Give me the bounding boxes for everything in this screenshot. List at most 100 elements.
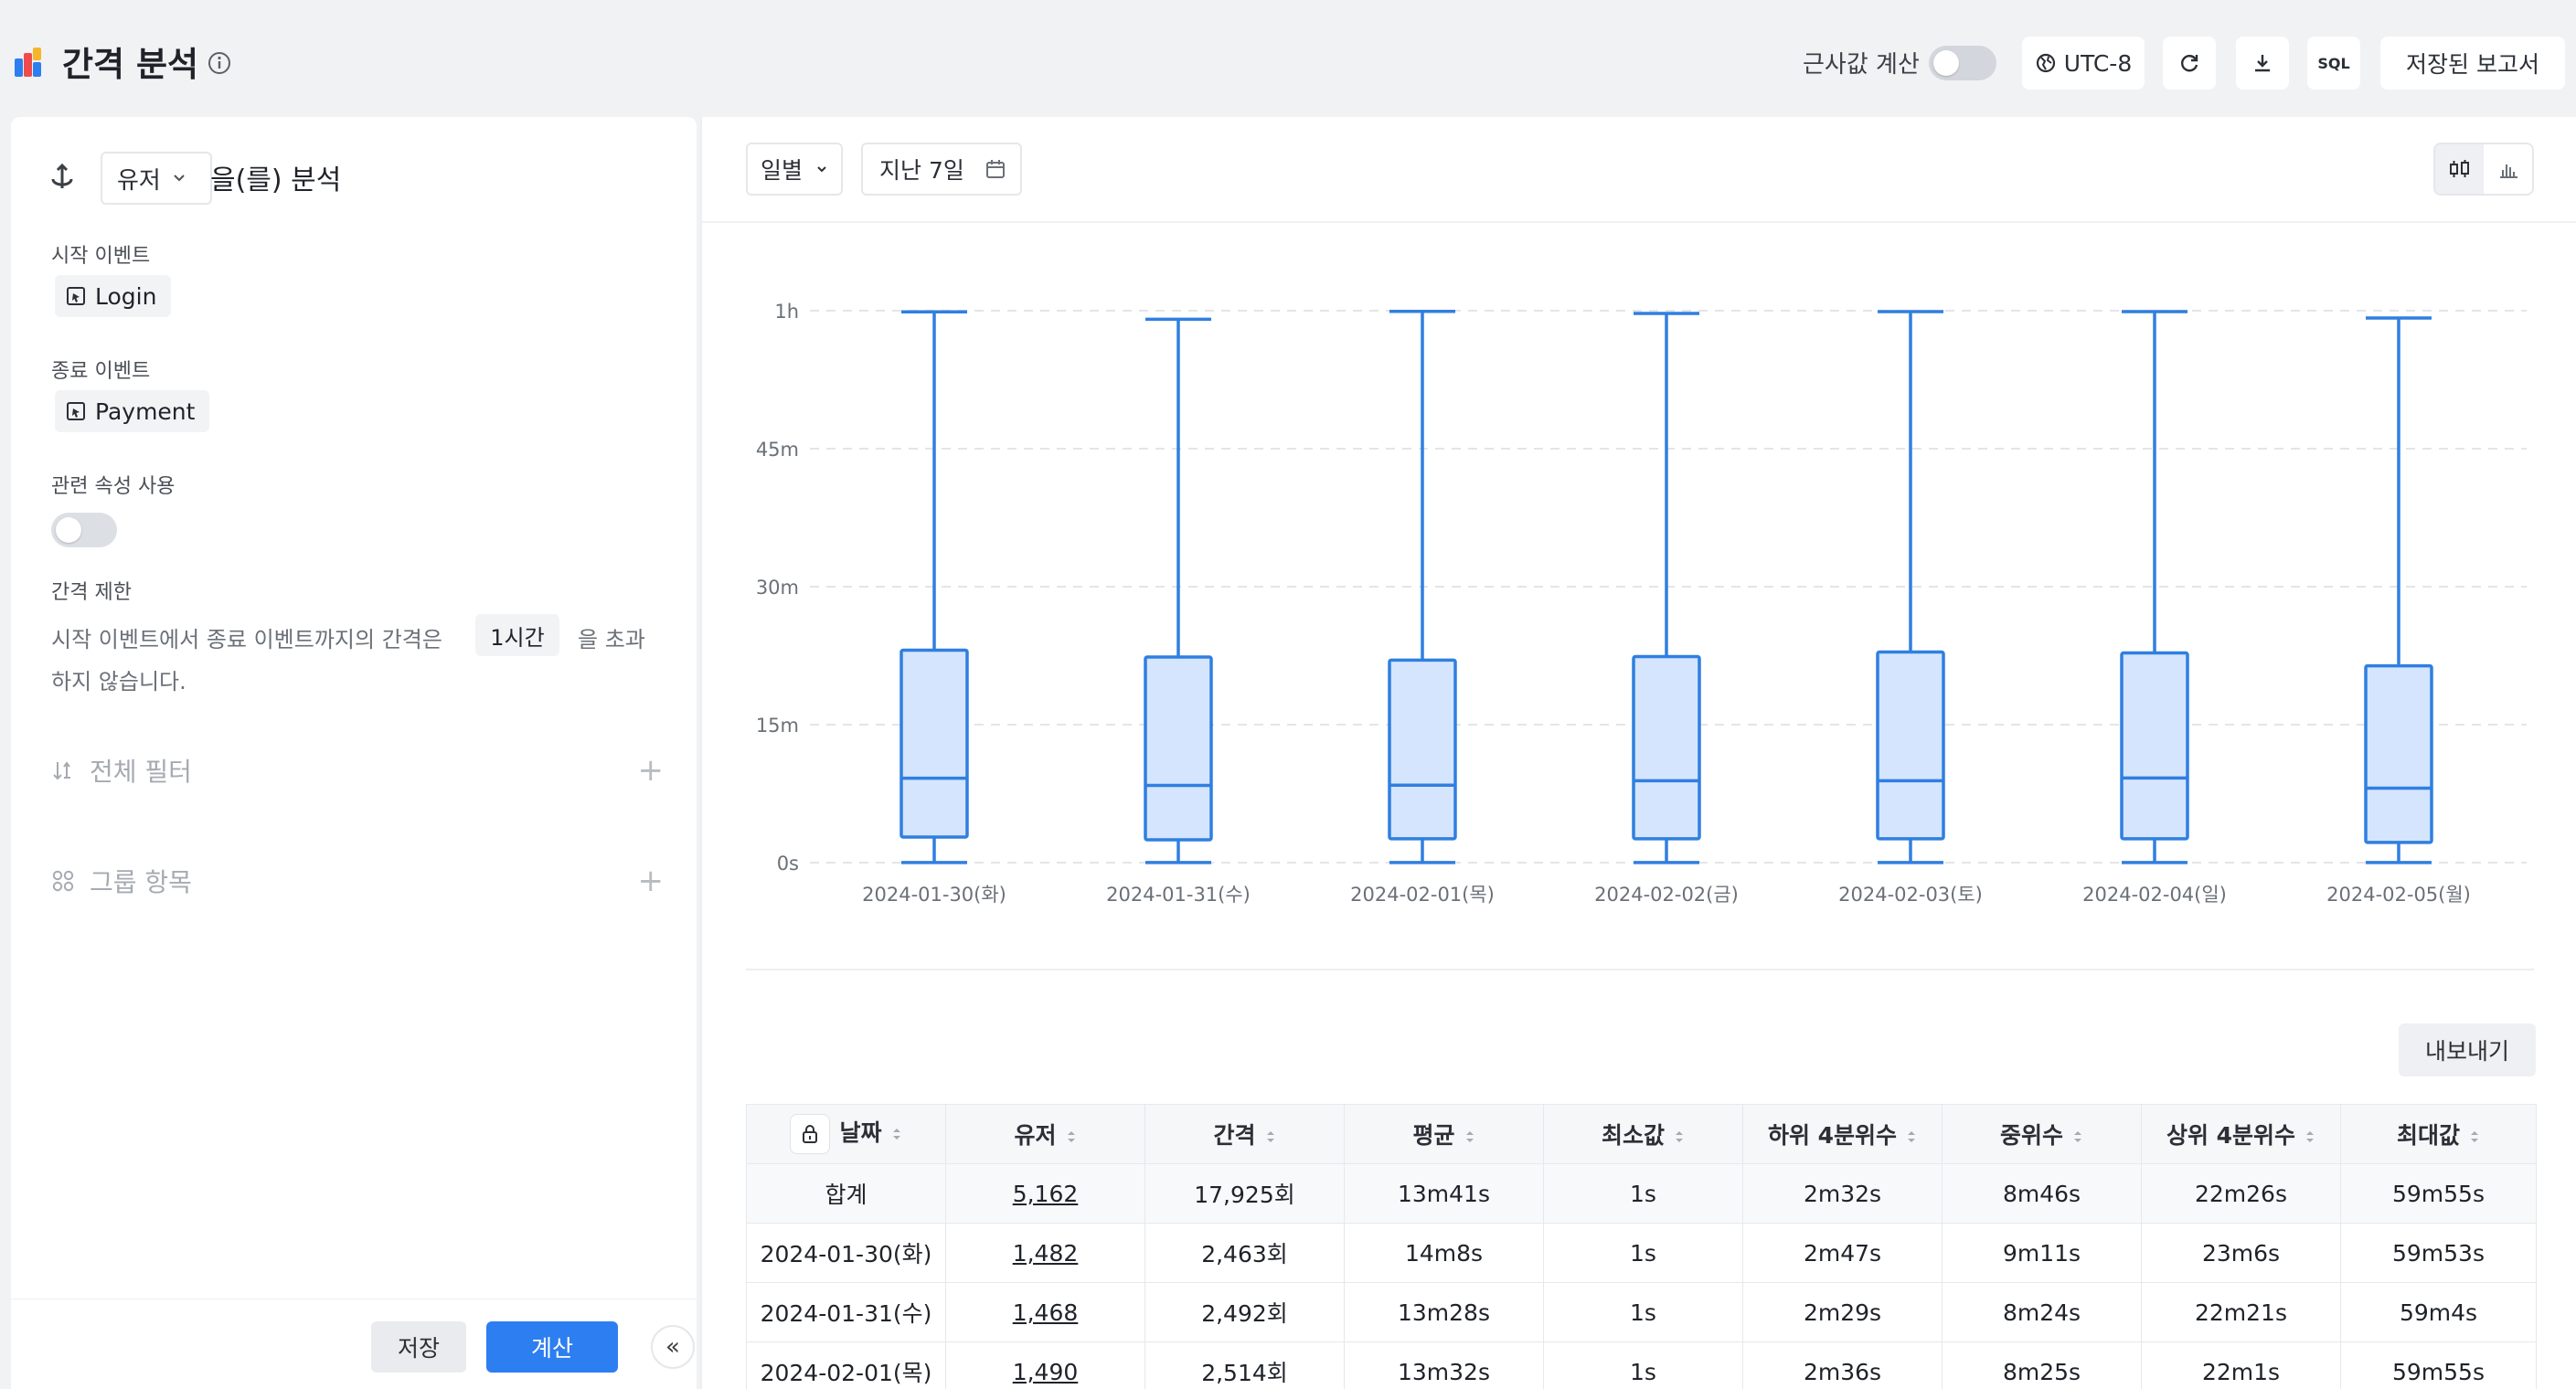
approximate-calc-toggle[interactable] bbox=[1929, 46, 1996, 80]
column-header-label: 최대값 bbox=[2396, 1122, 2460, 1149]
table-cell: 13m32s bbox=[1344, 1341, 1544, 1389]
subject-select-label: 유저 bbox=[117, 166, 161, 195]
table-cell: 22m1s bbox=[2141, 1341, 2341, 1389]
histogram-view-button[interactable] bbox=[2484, 144, 2532, 194]
sort-icon[interactable] bbox=[2305, 1129, 2315, 1145]
table-cell: 13m28s bbox=[1344, 1282, 1544, 1342]
column-header[interactable]: 하위 4분위수 bbox=[1742, 1104, 1943, 1164]
limit-text-2: 을 초과 bbox=[578, 627, 645, 652]
table-total-row: 합계 5,162 17,925회 13m41s 1s 2m32s 8m46s 22m26s 59… bbox=[746, 1163, 2537, 1224]
column-header-label: 상위 4분위수 bbox=[2166, 1122, 2296, 1149]
x-tick-label: 2024-02-04(일) bbox=[2082, 884, 2227, 906]
histogram-icon bbox=[2499, 164, 2517, 178]
iqr-box bbox=[1876, 650, 1945, 841]
user-count-link[interactable]: 1,482 bbox=[1013, 1240, 1079, 1267]
export-button[interactable]: 내보내기 bbox=[2399, 1023, 2536, 1076]
table-row: 2024-01-31(수) 1,468 2,492회 13m28s 1s 2m29s 8m2… bbox=[746, 1282, 2537, 1342]
sort-icon[interactable] bbox=[1265, 1129, 1276, 1145]
download-icon bbox=[2255, 55, 2270, 72]
table-cell[interactable]: 1,482 bbox=[945, 1223, 1145, 1283]
table-cell: 2m32s bbox=[1742, 1163, 1943, 1224]
start-event-label: 시작 이벤트 bbox=[51, 245, 151, 268]
calculate-button[interactable]: 계산 bbox=[486, 1321, 618, 1373]
table-cell: 2,492회 bbox=[1144, 1282, 1345, 1342]
limit-text-1: 시작 이벤트에서 종료 이벤트까지의 간격은 bbox=[51, 627, 442, 652]
end-event-name: Payment bbox=[95, 398, 196, 425]
column-header[interactable]: 최대값 bbox=[2340, 1104, 2537, 1164]
top-header: 간격 분석 근사값 계산 UTC-8 SQL 저장된 보고서 bbox=[0, 0, 2576, 117]
table-cell[interactable]: 1,490 bbox=[945, 1341, 1145, 1389]
table-cell: 2,463회 bbox=[1144, 1223, 1345, 1283]
toggle-knob bbox=[1933, 50, 1959, 76]
column-header-label: 하위 4분위수 bbox=[1767, 1122, 1898, 1149]
collapse-panel-button[interactable]: « bbox=[651, 1325, 695, 1369]
app-logo-icon bbox=[15, 48, 41, 77]
sort-icon[interactable] bbox=[1066, 1129, 1077, 1145]
table-cell: 59m4s bbox=[2340, 1282, 2537, 1342]
iqr-box bbox=[1388, 658, 1457, 841]
global-filter-label: 전체 필터 bbox=[90, 757, 192, 787]
y-tick-label: 0s bbox=[777, 853, 799, 875]
table-cell[interactable]: 5,162 bbox=[945, 1163, 1145, 1224]
column-header[interactable]: 날짜 bbox=[746, 1104, 946, 1164]
interval-limit-value[interactable]: 1시간 bbox=[475, 614, 559, 656]
table-header-row: 날짜 유저 간격 평균 최소값 하위 4분위수 중위수 상위 4분위수 최대값 bbox=[746, 1104, 2537, 1164]
download-button[interactable] bbox=[2236, 37, 2289, 90]
saved-reports-button[interactable]: 저장된 보고서 bbox=[2380, 37, 2565, 90]
end-event-chip[interactable]: Payment bbox=[55, 390, 210, 432]
add-filter-icon[interactable]: + bbox=[638, 755, 665, 786]
add-group-icon[interactable]: + bbox=[638, 865, 665, 896]
refresh-icon bbox=[2181, 55, 2198, 72]
user-count-link[interactable]: 1,468 bbox=[1013, 1299, 1079, 1326]
sort-icon[interactable] bbox=[891, 1126, 902, 1142]
table-cell: 1s bbox=[1543, 1163, 1743, 1224]
end-event-label: 종료 이벤트 bbox=[51, 360, 151, 383]
calendar-icon bbox=[985, 160, 1005, 178]
lock-icon[interactable] bbox=[790, 1114, 831, 1154]
column-header[interactable]: 간격 bbox=[1144, 1104, 1345, 1164]
column-header[interactable]: 평균 bbox=[1344, 1104, 1544, 1164]
chart-view-switch bbox=[2433, 143, 2534, 196]
date-range-select[interactable]: 지난 7일 bbox=[861, 143, 1022, 196]
table-cell: 1s bbox=[1543, 1223, 1743, 1283]
x-tick-label: 2024-02-02(금) bbox=[1594, 884, 1739, 906]
sql-button[interactable]: SQL bbox=[2307, 37, 2360, 90]
toolbar-divider bbox=[702, 221, 2576, 223]
iqr-box bbox=[2364, 663, 2433, 844]
iqr-box bbox=[1144, 655, 1213, 842]
user-count-link[interactable]: 5,162 bbox=[1013, 1181, 1079, 1207]
boxplot-view-button[interactable] bbox=[2435, 144, 2484, 194]
table-cell: 2024-01-30(화) bbox=[746, 1223, 946, 1283]
refresh-button[interactable] bbox=[2163, 37, 2216, 90]
column-header[interactable]: 유저 bbox=[945, 1104, 1145, 1164]
y-tick-label: 15m bbox=[756, 715, 799, 737]
column-header[interactable]: 중위수 bbox=[1942, 1104, 2142, 1164]
info-icon[interactable] bbox=[207, 50, 232, 76]
approximate-calc-label: 근사값 계산 bbox=[1803, 51, 1920, 79]
saved-reports-label: 저장된 보고서 bbox=[2406, 51, 2539, 78]
interval-boxplot-chart: 0s 15m 30m 45m 1h 2024-01-30(화) 2024-01-31(수) 2… bbox=[756, 301, 2527, 906]
related-prop-label: 관련 속성 사용 bbox=[51, 475, 176, 498]
timezone-button[interactable]: UTC-8 bbox=[2022, 37, 2145, 90]
table-cell: 59m55s bbox=[2340, 1163, 2537, 1224]
subject-select[interactable]: 유저 bbox=[101, 152, 212, 205]
interval-stats-table: 날짜 유저 간격 평균 최소값 하위 4분위수 중위수 상위 4분위수 최대값 합계 5,162 1… bbox=[746, 1104, 2537, 1389]
table-cell[interactable]: 1,468 bbox=[945, 1282, 1145, 1342]
global-filter-row: 전체 필터 + bbox=[51, 752, 664, 789]
sort-icon[interactable] bbox=[2072, 1129, 2083, 1145]
sort-icon[interactable] bbox=[2469, 1129, 2480, 1145]
column-header[interactable]: 최소값 bbox=[1543, 1104, 1743, 1164]
boxplot-icon bbox=[2449, 160, 2469, 177]
sort-icon[interactable] bbox=[1674, 1129, 1685, 1145]
save-button[interactable]: 저장 bbox=[371, 1321, 466, 1373]
interval-limit-label: 간격 제한 bbox=[51, 581, 132, 604]
column-header[interactable]: 상위 4분위수 bbox=[2141, 1104, 2341, 1164]
granularity-select[interactable]: 일별 bbox=[746, 143, 843, 196]
start-event-chip[interactable]: Login bbox=[55, 275, 172, 317]
user-count-link[interactable]: 1,490 bbox=[1013, 1359, 1079, 1385]
related-prop-toggle[interactable] bbox=[51, 513, 117, 547]
sort-icon[interactable] bbox=[1464, 1129, 1475, 1145]
chart-table-divider bbox=[746, 969, 2534, 970]
column-header-label: 날짜 bbox=[839, 1119, 882, 1146]
sort-icon[interactable] bbox=[1906, 1129, 1917, 1145]
